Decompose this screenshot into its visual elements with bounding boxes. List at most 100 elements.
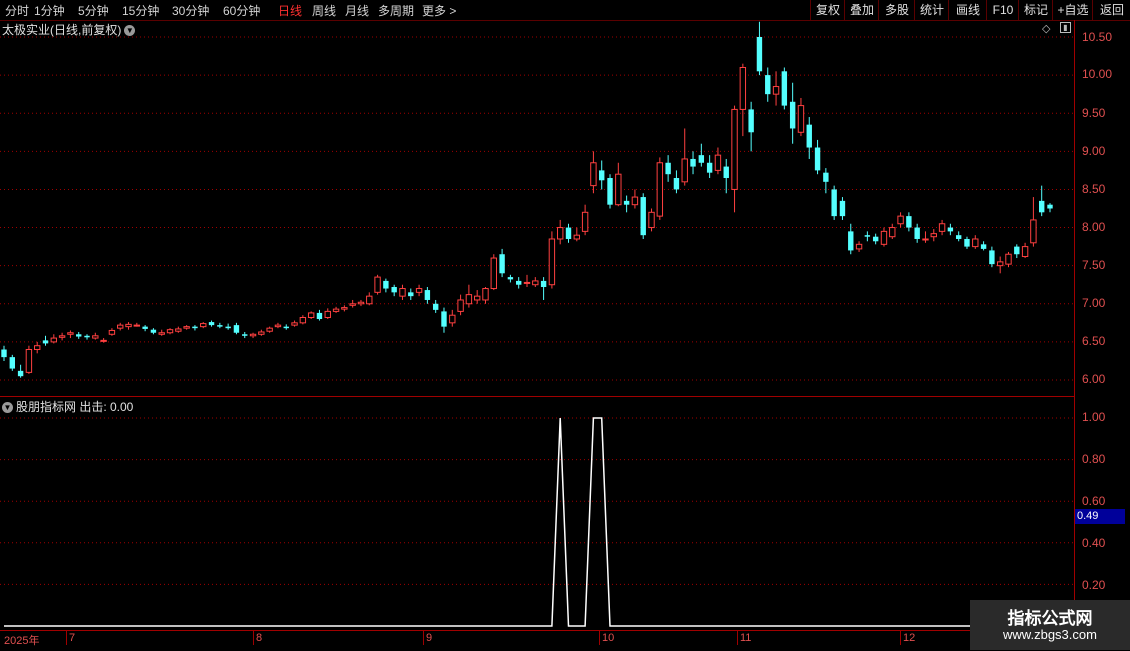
main-chart-title: 太极实业(日线,前复权) [2,23,122,37]
candle-body [964,238,970,247]
price-tick-label: 6.00 [1082,372,1106,386]
candle-body [831,189,837,217]
price-tick-label: 9.00 [1082,144,1106,158]
indicator-tick-label: 0.80 [1082,452,1106,466]
candle-body [656,162,664,217]
candle-body [516,280,522,285]
candle-body [690,158,696,167]
candle-body [408,292,414,297]
candle-body [92,335,99,339]
candle-body [631,196,639,206]
price-tick-label: 10.00 [1082,67,1113,81]
date-tick-label: 10 [602,632,615,644]
diamond-icon[interactable]: ◇ [1042,22,1050,35]
candle-body [938,223,946,232]
candle-body [906,216,912,228]
candle-body [557,227,564,240]
candle-body [482,288,489,301]
candle-body [108,329,116,335]
candle-body [374,276,381,293]
candle-body [648,211,655,229]
panel-separator [0,396,1074,397]
candle-body [432,303,439,310]
candle-body [208,322,215,326]
candle-body [839,200,846,217]
candle-body [681,158,688,183]
candle-body [490,257,497,290]
candle-body [291,322,298,326]
candle-body [200,323,207,328]
indicator-title-bar: ▼ 股朋指标网 出击: 0.00 [2,398,133,415]
chevron-down-icon[interactable]: ▼ [2,402,13,414]
candle-body [166,329,174,334]
candle-body [523,281,531,284]
candle-body [391,287,397,293]
indicator-title: 股朋指标网 出击: 0.00 [16,400,134,414]
candle-body [307,312,315,318]
candle-body [9,357,15,369]
price-tick-label: 7.00 [1082,296,1106,310]
candle-body [789,101,796,129]
main-chart-title-bar: 太极实业(日线,前复权) ▼ [2,21,136,38]
date-tick-label: 11 [740,632,752,644]
candle-body [465,294,473,305]
candle-body [424,290,431,300]
candle-body [955,235,962,239]
candle-body [158,332,165,335]
candle-body [590,162,597,187]
chevron-down-icon[interactable]: ▼ [124,25,136,37]
candle-body [399,288,406,297]
price-tick-label: 6.50 [1082,334,1106,348]
candle-body [242,334,248,336]
candle-body [872,236,879,242]
candle-body [673,178,680,190]
date-tick [253,631,254,645]
candle-body [814,147,821,171]
candle-body [864,235,871,237]
candle-body [142,326,148,329]
kline-chart-canvas[interactable] [0,0,1130,650]
candle-body [457,299,464,312]
candle-body [930,233,937,238]
candle-body [1047,204,1053,209]
indicator-line [4,417,1059,627]
candle-body [415,288,423,293]
candle-body [125,323,132,328]
candle-body [34,345,41,351]
panel-toggle-icon[interactable]: ▮ [1060,22,1071,33]
candle-body [249,333,257,337]
candle-body [507,277,514,280]
candle-body [1039,200,1045,213]
candle-body [357,301,365,305]
candle-body [540,280,547,288]
candle-body [573,234,581,240]
y-axis-divider [1074,20,1075,630]
candle-body [565,227,572,239]
candle-body [192,326,198,329]
price-tick-label: 10.50 [1082,30,1113,44]
candle-body [855,243,863,250]
candle-body [1005,253,1012,265]
candle-body [615,173,622,206]
date-tick [66,631,67,645]
candle-body [217,325,223,327]
candle-body [548,238,556,286]
candle-body [332,308,340,312]
candle-body [731,108,738,190]
candle-body [50,337,58,343]
candle-body [996,261,1004,267]
candle-body [17,370,24,377]
date-tick [423,631,424,645]
date-tick-label: 2025年 [4,635,40,647]
candle-body [797,105,805,133]
candle-body [897,215,904,225]
candle-body [714,154,722,171]
candle-body [698,155,705,163]
candle-body [499,254,505,274]
candle-body [299,316,307,324]
candle-body [922,238,929,241]
candle-body [1,349,7,358]
indicator-tick-label: 0.40 [1082,536,1106,550]
candle-body [283,326,289,329]
candle-body [25,349,33,373]
